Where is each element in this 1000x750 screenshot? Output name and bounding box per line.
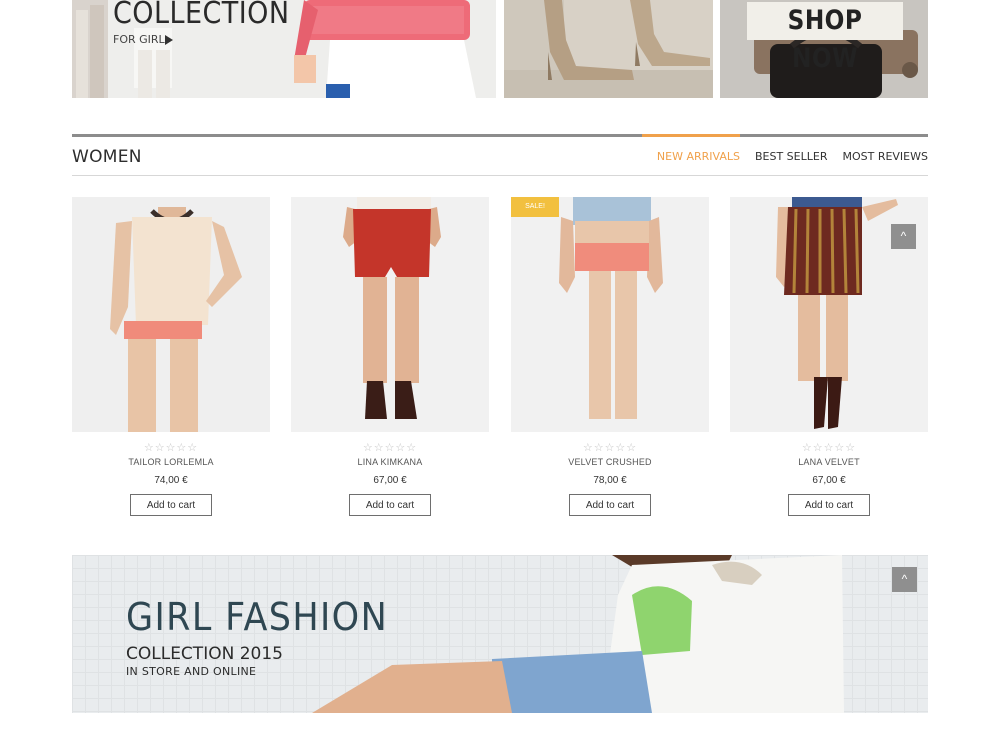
promo-title: GIRL FASHION [126, 595, 389, 639]
product-card: ☆☆☆☆☆ LINA KIMKANA 67,00 € Add to cart [291, 197, 489, 516]
promo-subtitle: COLLECTION 2015 [126, 644, 283, 664]
model-photo [511, 197, 709, 432]
women-section-header: WOMEN NEW ARRIVALS BEST SELLER MOST REVI… [72, 134, 928, 176]
chevron-up-icon: ^ [901, 572, 908, 586]
collection-banner[interactable]: COLLECTION FOR GIRL [72, 0, 496, 98]
shop-now-button[interactable]: SHOP NOW [747, 2, 903, 74]
back-to-top-button[interactable]: ^ [891, 224, 916, 249]
collection-title: COLLECTION [113, 0, 290, 31]
collection-subtitle: FOR GIRL [113, 33, 165, 46]
tab-most-reviews[interactable]: MOST REVIEWS [827, 137, 928, 176]
product-price: 74,00 € [154, 475, 188, 486]
girl-fashion-banner[interactable]: GIRL FASHION COLLECTION 2015 IN STORE AN… [72, 555, 928, 713]
product-name[interactable]: VELVET CRUSHED [511, 457, 709, 467]
product-tabs: NEW ARRIVALS BEST SELLER MOST REVIEWS [641, 134, 928, 176]
product-name[interactable]: TAILOR LORLEMLA [72, 457, 270, 467]
section-title: WOMEN [72, 147, 142, 167]
back-to-top-button[interactable]: ^ [892, 567, 917, 592]
add-to-cart-button[interactable]: Add to cart [569, 494, 651, 516]
add-to-cart-button[interactable]: Add to cart [130, 494, 212, 516]
rating-stars: ☆☆☆☆☆ [362, 442, 418, 454]
play-icon [165, 35, 173, 45]
promo-tagline: IN STORE AND ONLINE [126, 665, 257, 678]
rating-stars: ☆☆☆☆☆ [801, 442, 857, 454]
product-image[interactable] [291, 197, 489, 432]
shop-now-label: SHOP NOW [787, 5, 863, 74]
product-price: 67,00 € [373, 475, 407, 486]
model-photo [72, 197, 270, 432]
product-card: ☆☆☆☆☆ TAILOR LORLEMLA 74,00 € Add to car… [72, 197, 270, 516]
product-image[interactable]: SALE! [511, 197, 709, 432]
product-name[interactable]: LINA KIMKANA [291, 457, 489, 467]
product-price: 78,00 € [593, 475, 627, 486]
rating-stars: ☆☆☆☆☆ [582, 442, 638, 454]
product-image[interactable] [72, 197, 270, 432]
shop-now-banner[interactable]: SHOP NOW [720, 0, 928, 98]
product-card: ^ ☆☆☆☆☆ LANA VELVET 67,00 € Add to cart [730, 197, 928, 516]
tab-new-arrivals[interactable]: NEW ARRIVALS [641, 134, 741, 176]
product-card: SALE! ☆☆☆☆☆ VELVET CRUSHED 78,00 € Add t… [511, 197, 709, 516]
tab-best-seller[interactable]: BEST SELLER [740, 137, 827, 176]
rating-stars: ☆☆☆☆☆ [143, 442, 199, 454]
model-photo [291, 197, 489, 432]
add-to-cart-button[interactable]: Add to cart [349, 494, 431, 516]
heels-banner[interactable] [504, 0, 713, 98]
product-image[interactable]: ^ [730, 197, 928, 432]
product-name[interactable]: LANA VELVET [730, 457, 928, 467]
product-price: 67,00 € [812, 475, 846, 486]
add-to-cart-button[interactable]: Add to cart [788, 494, 870, 516]
heels-image [504, 0, 713, 98]
chevron-up-icon: ^ [900, 229, 907, 243]
sale-badge: SALE! [511, 197, 559, 217]
